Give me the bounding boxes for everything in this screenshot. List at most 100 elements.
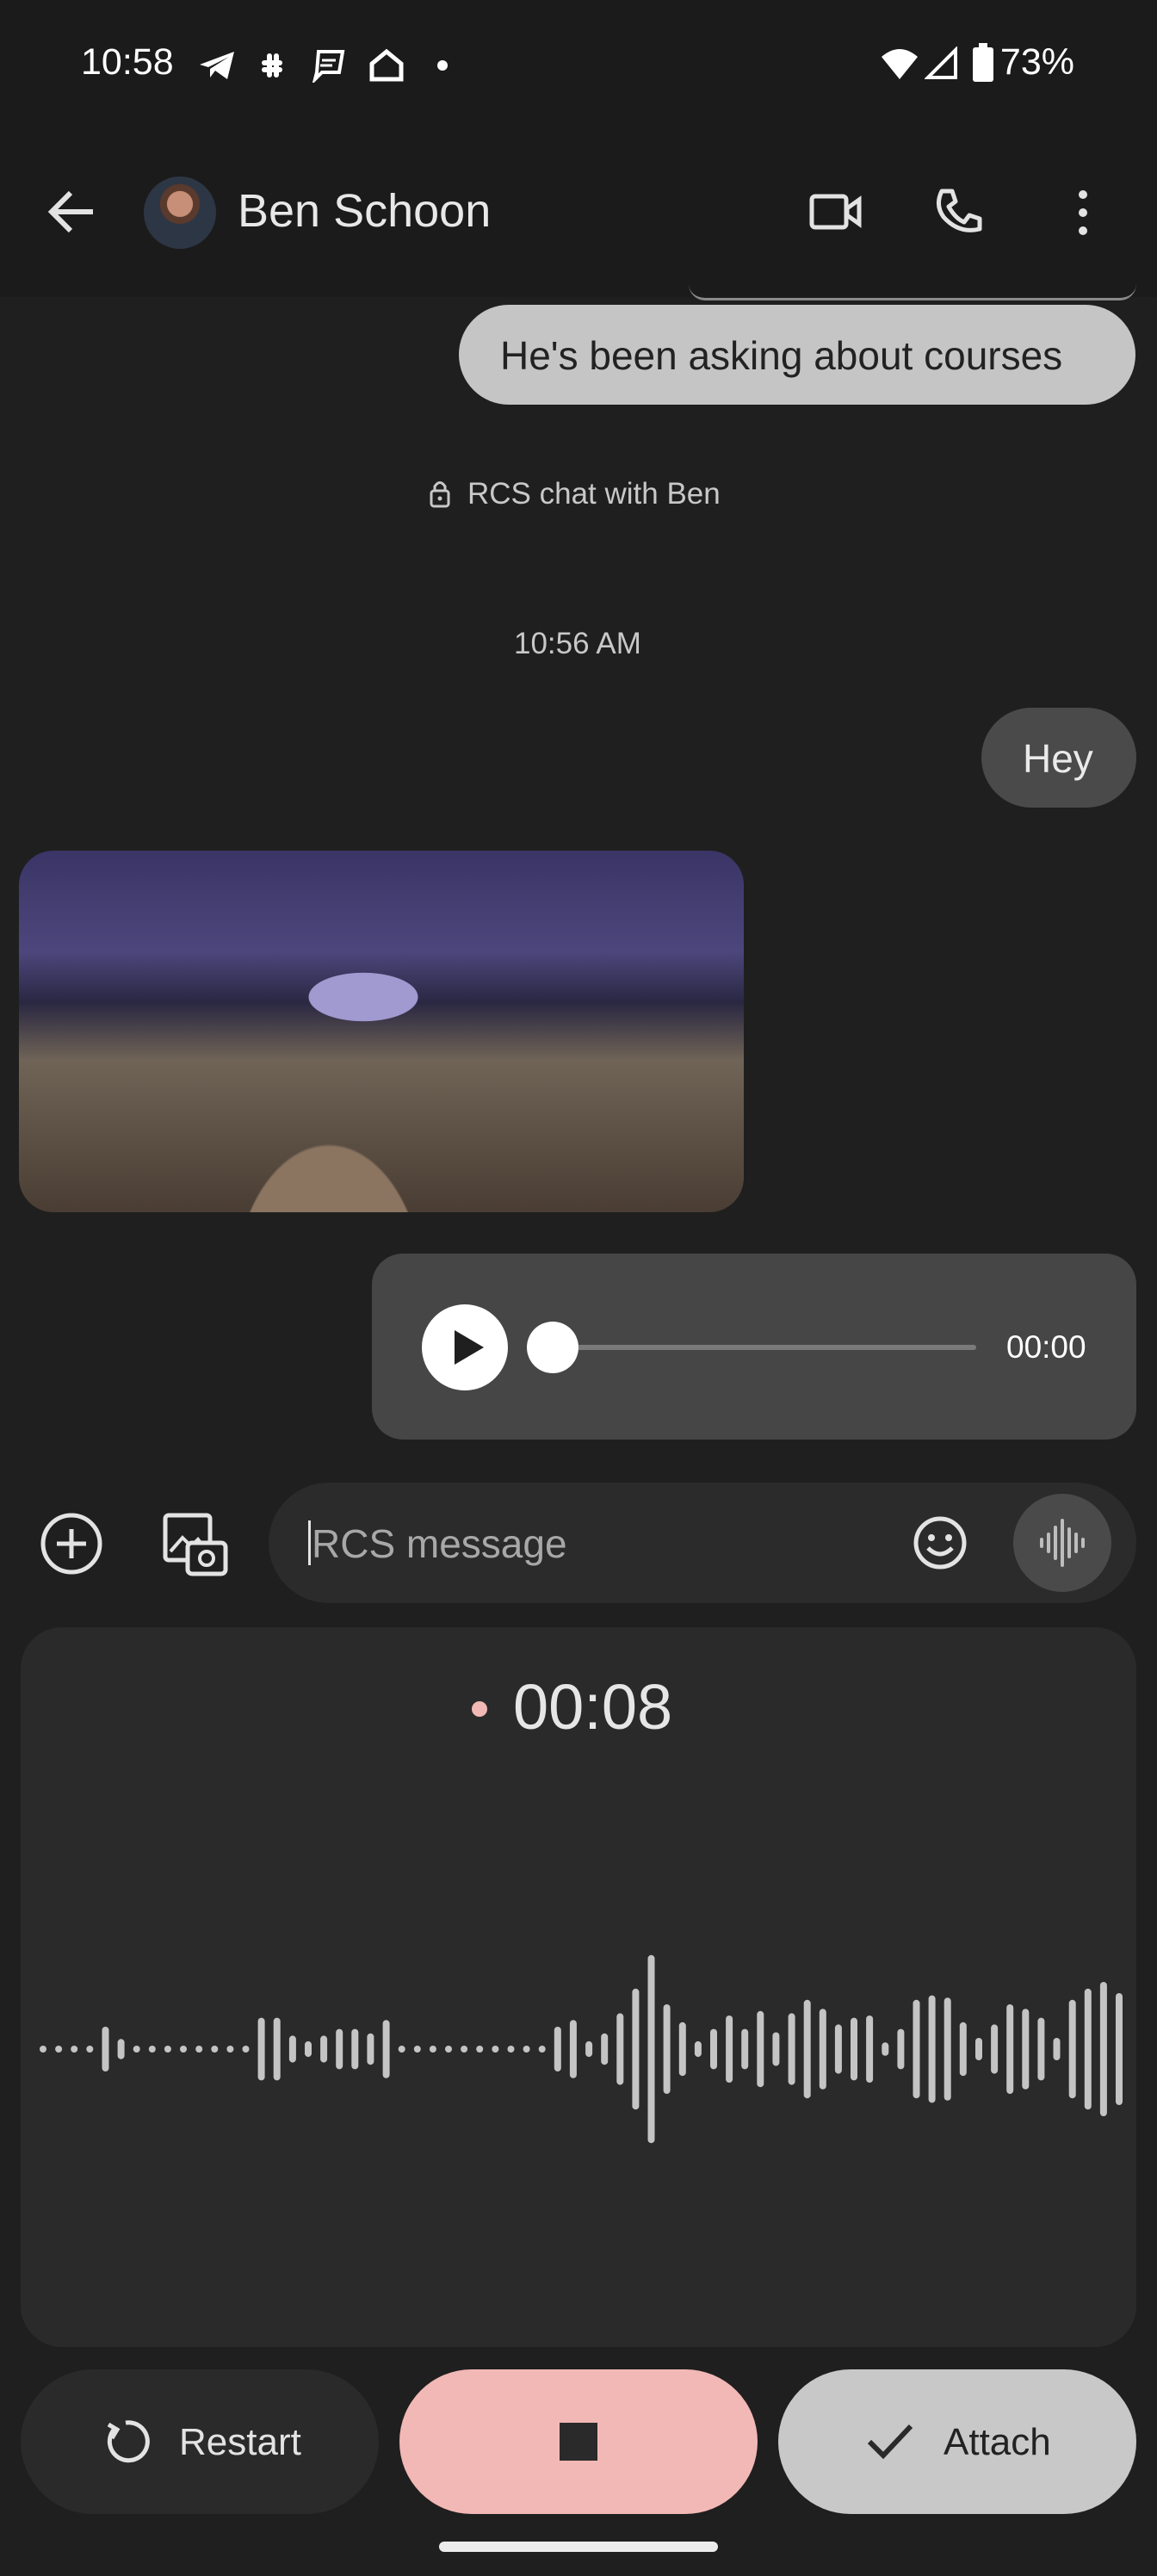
waveform-bar	[538, 2046, 546, 2053]
waveform-bar	[1053, 2038, 1061, 2060]
slack-icon	[262, 53, 282, 77]
waveform-bar	[476, 2046, 484, 2053]
waveform-bar	[180, 2046, 187, 2053]
video-call-icon[interactable]	[809, 191, 863, 232]
waveform-bar	[554, 2027, 561, 2071]
waveform-bar	[944, 1997, 951, 2101]
signal-icon	[925, 46, 957, 79]
waveform-bar	[523, 2046, 530, 2053]
waveform-bar	[897, 2028, 905, 2070]
message-text: Hey	[1023, 736, 1093, 781]
recording-indicator	[472, 1701, 487, 1717]
contact-name[interactable]: Ben Schoon	[238, 184, 491, 238]
waveform-bar	[663, 2004, 671, 2094]
waveform-bar	[1068, 1999, 1076, 2099]
message-input-placeholder[interactable]: RCS message	[312, 1520, 567, 1567]
checkmark-icon	[867, 2424, 913, 2460]
waveform-bar	[40, 2046, 46, 2053]
waveform-bar	[164, 2046, 171, 2053]
waveform-bar	[367, 2033, 374, 2065]
waveform-bar	[55, 2046, 63, 2053]
gallery-camera-icon[interactable]	[162, 1512, 229, 1577]
waveform-bar	[288, 2035, 296, 2063]
back-arrow-icon[interactable]	[46, 189, 96, 234]
waveform-bar	[413, 2046, 421, 2053]
waveform-bar	[757, 2010, 764, 2088]
waveform-bar	[195, 2046, 203, 2053]
waveform-bar	[257, 2017, 265, 2081]
image-message[interactable]	[19, 851, 744, 1212]
waveform-bar	[226, 2046, 234, 2053]
audio-progress-track[interactable]	[553, 1345, 976, 1350]
waveform-bar	[710, 2028, 717, 2070]
restart-label: Restart	[179, 2421, 301, 2463]
outgoing-message-bubble[interactable]: Hey	[981, 708, 1136, 808]
waveform-bar	[913, 1999, 920, 2099]
waveform-bar	[1037, 2017, 1045, 2081]
play-icon	[455, 1330, 484, 1365]
dot-icon	[437, 60, 448, 71]
waveform-bar	[882, 2042, 889, 2056]
waveform-bar	[398, 2046, 405, 2053]
waveform-bar	[819, 2009, 826, 2090]
restart-icon	[107, 2420, 150, 2463]
gesture-home-bar[interactable]	[439, 2542, 718, 2552]
attach-button[interactable]: Attach	[778, 2369, 1136, 2514]
more-options-icon[interactable]	[1074, 189, 1092, 236]
waveform-bar	[273, 2017, 281, 2081]
rcs-chat-notice: RCS chat with Ben	[467, 477, 721, 511]
message-timestamp: 10:56 AM	[514, 627, 641, 660]
home-icon	[369, 48, 404, 82]
waveform-bar	[834, 2024, 842, 2074]
waveform-bar	[242, 2046, 250, 2053]
waveform-bar	[133, 2046, 140, 2053]
waveform-bar	[647, 1954, 655, 2144]
emoji-icon[interactable]	[913, 1515, 968, 1570]
waveform-bar	[975, 2038, 982, 2060]
text-cursor	[308, 1520, 311, 1565]
phone-icon[interactable]	[933, 186, 985, 238]
waveform-bar	[445, 2046, 452, 2053]
waveform-bar	[959, 2022, 967, 2077]
voice-record-button[interactable]	[1013, 1494, 1111, 1592]
waveform-bar	[928, 1995, 936, 2103]
waveform-bar	[726, 2016, 733, 2083]
stop-recording-button[interactable]	[399, 2369, 758, 2514]
waveform-bar	[429, 2046, 436, 2053]
waveform-bar	[86, 2046, 94, 2053]
lock-icon	[430, 481, 450, 508]
waveform-bar	[507, 2046, 515, 2053]
audio-progress-thumb[interactable]	[527, 1322, 578, 1373]
waveform-bar	[788, 2013, 795, 2085]
add-attachment-icon[interactable]	[40, 1512, 103, 1576]
waveform-bar	[492, 2046, 499, 2053]
waveform-bar	[1084, 1988, 1092, 2110]
waveform-bar	[211, 2046, 219, 2053]
waveform-bar	[694, 2040, 702, 2058]
waveform-bar	[772, 2032, 780, 2066]
waveform-bar	[678, 2022, 686, 2077]
waveform-bar	[585, 2040, 593, 2058]
recording-waveform	[40, 1954, 1123, 2144]
waveform-bar	[336, 2028, 343, 2070]
outgoing-message-bubble[interactable]: He's been asking about courses	[459, 305, 1135, 405]
wifi-icon	[882, 49, 918, 79]
waveform-bar	[1006, 2004, 1014, 2094]
waveform-bar	[632, 1988, 640, 2110]
waveform-bar	[305, 2040, 312, 2058]
battery-icon	[973, 43, 993, 82]
waveform-bar	[461, 2046, 468, 2053]
waveform-bar	[71, 2046, 78, 2053]
avatar[interactable]	[144, 176, 216, 249]
waveform-icon	[1040, 1519, 1085, 1567]
previous-message-edge	[689, 284, 1136, 300]
restart-button[interactable]: Restart	[21, 2369, 379, 2514]
stop-icon	[560, 2423, 597, 2461]
waveform-bar	[117, 2039, 125, 2059]
telegram-icon	[200, 52, 234, 79]
play-button[interactable]	[422, 1304, 508, 1390]
status-time: 10:58	[81, 41, 174, 83]
audio-duration: 00:00	[1006, 1329, 1086, 1365]
battery-percentage: 73%	[999, 41, 1074, 83]
waveform-bar	[102, 2027, 109, 2071]
